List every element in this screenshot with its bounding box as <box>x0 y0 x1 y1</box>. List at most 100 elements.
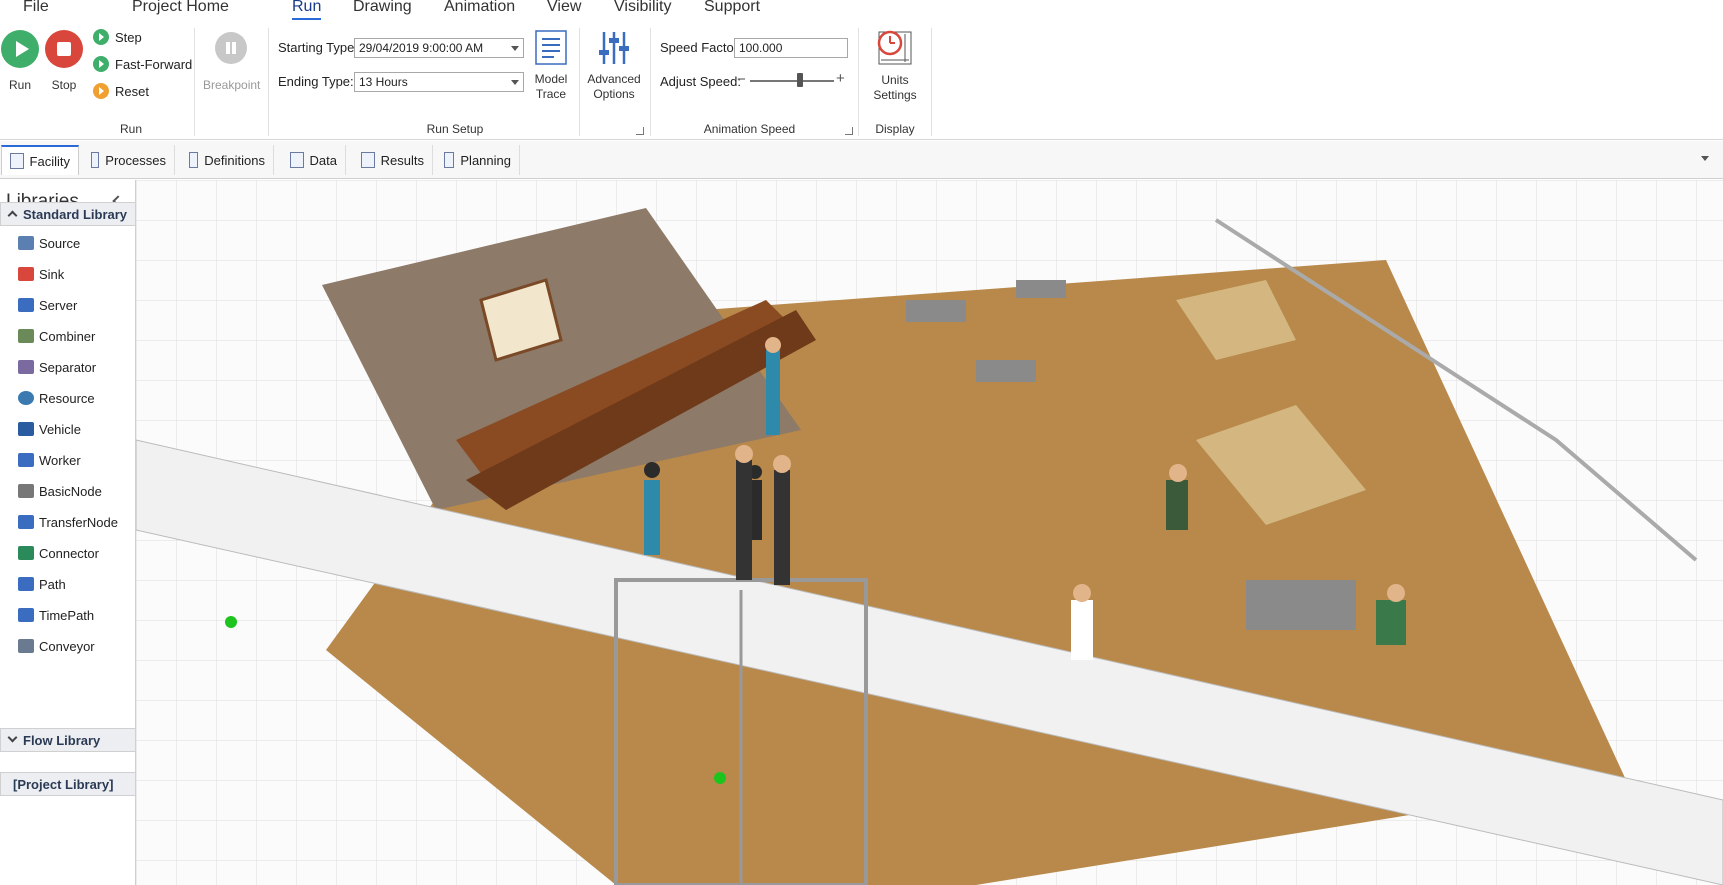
model-trace-button[interactable]: Model Trace <box>531 30 571 102</box>
menu-run[interactable]: Run <box>292 0 322 20</box>
tab-processes[interactable]: Processes <box>83 145 175 175</box>
model-trace-icon <box>535 30 567 65</box>
run-setup-dialog-launcher[interactable] <box>636 127 644 135</box>
library-item-path[interactable]: Path <box>18 574 66 594</box>
ribbon-separator <box>858 28 859 136</box>
step-icon <box>93 29 109 45</box>
library-item-server[interactable]: Server <box>18 295 77 315</box>
library-item-label: Path <box>39 576 66 592</box>
pause-icon <box>215 32 247 64</box>
starting-type-combo[interactable]: 29/04/2019 9:00:00 AM <box>354 38 524 58</box>
tab-label: Results <box>380 152 424 168</box>
chevron-down-icon[interactable] <box>1701 156 1709 161</box>
standard-library-header[interactable]: Standard Library <box>0 202 136 226</box>
library-item-transfernode[interactable]: TransferNode <box>18 512 118 532</box>
reset-button[interactable]: Reset <box>93 83 149 99</box>
library-item-worker[interactable]: Worker <box>18 450 81 470</box>
tab-results[interactable]: Results <box>353 145 433 175</box>
step-button[interactable]: Step <box>93 29 142 45</box>
run-button[interactable]: Run <box>1 30 39 93</box>
table <box>1246 580 1356 630</box>
ribbon-separator <box>194 28 195 136</box>
data-table-icon <box>290 152 304 168</box>
facility-3d-view[interactable] <box>136 180 1723 885</box>
stop-button-label: Stop <box>51 78 77 92</box>
tab-planning[interactable]: Planning <box>436 145 520 175</box>
fast-forward-label: Fast-Forward <box>115 56 193 72</box>
ending-type-value: 13 Hours <box>359 75 408 89</box>
processes-icon <box>91 152 100 168</box>
plus-icon[interactable]: + <box>836 70 845 87</box>
tab-label: Definitions <box>204 152 265 168</box>
library-item-timepath[interactable]: TimePath <box>18 605 94 625</box>
node-marker[interactable] <box>714 772 726 784</box>
library-item-conveyor[interactable]: Conveyor <box>18 636 95 656</box>
units-settings-button[interactable]: Units Settings <box>864 28 926 103</box>
ending-type-label: Ending Type: <box>278 74 354 89</box>
connector-icon <box>18 546 34 560</box>
library-item-label: Combiner <box>39 328 96 344</box>
ending-type-combo[interactable]: 13 Hours <box>354 72 524 92</box>
stop-icon <box>45 30 83 68</box>
animation-speed-dialog-launcher[interactable] <box>845 127 853 135</box>
menu-support[interactable]: Support <box>704 0 760 16</box>
path-icon <box>18 577 34 591</box>
library-item-source[interactable]: Source <box>18 233 80 253</box>
resource-icon <box>18 391 34 405</box>
planning-icon <box>444 152 455 168</box>
starting-type-value: 29/04/2019 9:00:00 AM <box>359 41 484 55</box>
menu-project-home[interactable]: Project Home <box>132 0 229 16</box>
library-item-combiner[interactable]: Combiner <box>18 326 95 346</box>
table <box>906 300 966 322</box>
library-item-label: Vehicle <box>39 421 81 437</box>
breakpoint-label: Breakpoint <box>203 78 261 92</box>
project-library-header[interactable]: [Project Library] <box>0 772 136 796</box>
ribbon-separator <box>931 28 932 136</box>
animation-speed-group-label: Animation Speed <box>703 122 796 136</box>
library-item-label: Sink <box>39 266 65 282</box>
table <box>976 360 1036 382</box>
flow-library-label: Flow Library <box>23 733 101 748</box>
library-item-connector[interactable]: Connector <box>18 543 99 563</box>
source-icon <box>18 236 34 250</box>
menu-visibility[interactable]: Visibility <box>614 0 672 16</box>
chevron-down-icon <box>511 80 519 85</box>
tab-definitions[interactable]: Definitions <box>181 145 274 175</box>
menu-drawing[interactable]: Drawing <box>353 0 412 16</box>
stop-button[interactable]: Stop <box>45 30 83 93</box>
node-marker[interactable] <box>225 616 237 628</box>
definitions-icon <box>189 152 199 168</box>
reset-icon <box>93 83 109 99</box>
ruler-clock-icon <box>877 30 912 65</box>
library-item-label: Connector <box>39 545 99 561</box>
breakpoint-button[interactable]: Breakpoint <box>203 32 261 93</box>
step-label: Step <box>115 29 142 45</box>
menu-file[interactable]: File <box>23 0 49 16</box>
menu-bar: File Project Home Run Drawing Animation … <box>0 0 1723 20</box>
tab-data[interactable]: Data <box>282 145 346 175</box>
advanced-options-button[interactable]: Advanced Options <box>585 30 643 102</box>
chevron-down-icon <box>7 732 18 743</box>
fast-forward-button[interactable]: Fast-Forward <box>93 56 192 72</box>
library-item-vehicle[interactable]: Vehicle <box>18 419 81 439</box>
run-setup-group-label: Run Setup <box>426 122 484 136</box>
project-library-label: [Project Library] <box>13 777 114 792</box>
fast-forward-icon <box>93 56 109 72</box>
play-icon <box>1 30 39 68</box>
speed-slider-thumb[interactable] <box>797 73 804 87</box>
speed-slider[interactable] <box>750 80 834 82</box>
run-button-label: Run <box>8 78 31 92</box>
library-item-separator[interactable]: Separator <box>18 357 96 377</box>
library-item-sink[interactable]: Sink <box>18 264 64 284</box>
library-item-basicnode[interactable]: BasicNode <box>18 481 102 501</box>
flow-library-header[interactable]: Flow Library <box>0 728 136 752</box>
menu-view[interactable]: View <box>547 0 581 16</box>
library-item-resource[interactable]: Resource <box>18 388 95 408</box>
vehicle-icon <box>18 422 34 436</box>
minus-icon[interactable]: − <box>737 71 746 88</box>
menu-animation[interactable]: Animation <box>444 0 515 16</box>
library-item-label: Separator <box>39 359 97 375</box>
speed-factor-input[interactable]: 100.000 <box>734 38 848 58</box>
tab-facility[interactable]: Facility <box>1 145 79 175</box>
tab-label: Facility <box>29 153 70 169</box>
